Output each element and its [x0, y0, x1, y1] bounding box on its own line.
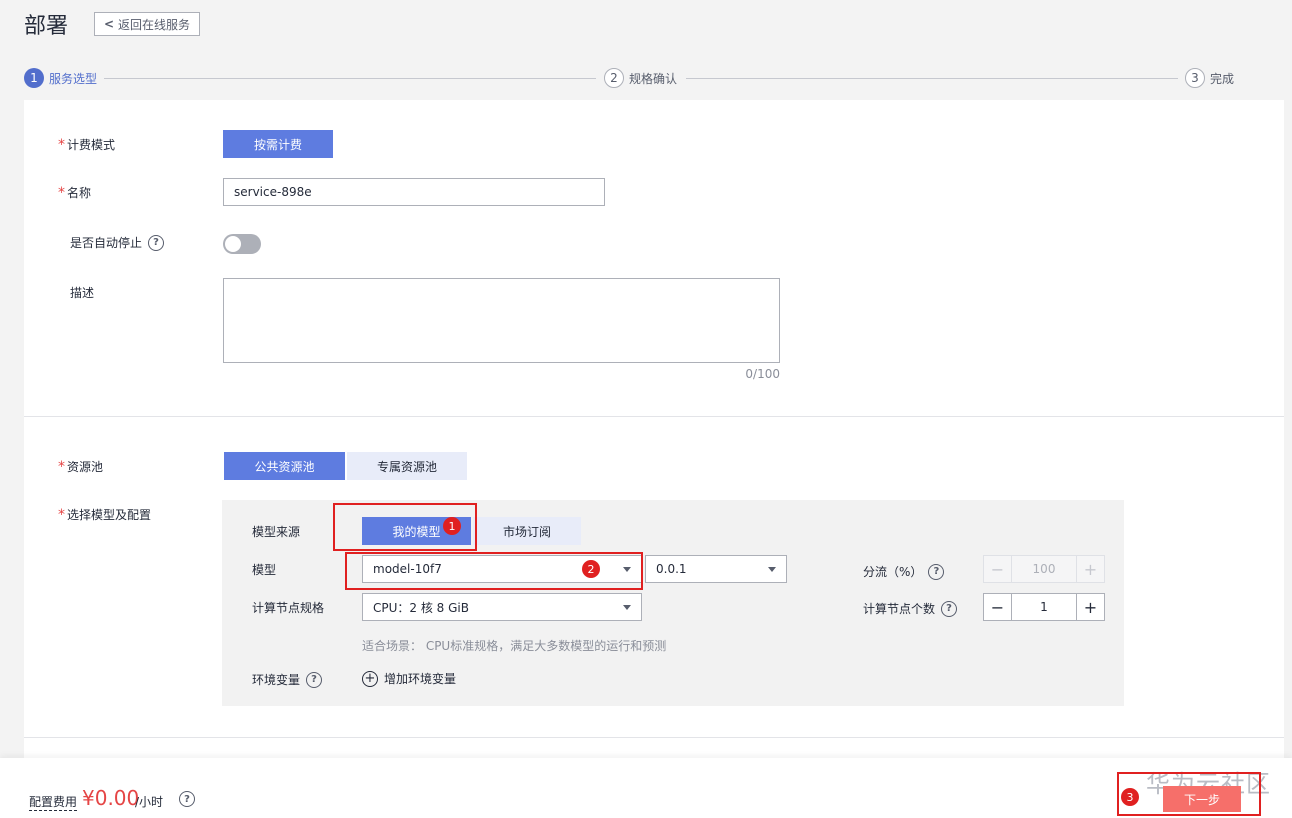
- help-icon[interactable]: ?: [306, 671, 323, 688]
- traffic-label: 分流（%） ?: [863, 563, 945, 580]
- node-count-label: 计算节点个数 ?: [863, 600, 958, 617]
- description-textarea[interactable]: [223, 278, 780, 363]
- decrement-button[interactable]: −: [984, 594, 1011, 620]
- name-label: * 名称: [58, 185, 92, 201]
- step-3-label: 完成: [1210, 71, 1235, 86]
- help-icon[interactable]: ?: [179, 791, 195, 807]
- page-title: 部署: [24, 14, 69, 39]
- help-icon[interactable]: ?: [148, 234, 165, 251]
- caret-down-icon: [623, 604, 631, 610]
- chevron-left-icon: <: [103, 17, 115, 31]
- increment-button: +: [1083, 559, 1098, 579]
- spec-hint: 适合场景： CPU标准规格，满足大多数模型的运行和预测: [362, 639, 667, 653]
- step-2-number: 2: [604, 68, 624, 88]
- dedicated-pool-button[interactable]: 专属资源池: [347, 452, 467, 480]
- billing-on-demand-button[interactable]: 按需计费: [223, 130, 333, 158]
- auto-stop-toggle[interactable]: [223, 234, 261, 254]
- public-pool-button[interactable]: 公共资源池: [224, 452, 345, 480]
- market-subscription-button[interactable]: 市场订阅: [473, 517, 581, 545]
- traffic-stepper: − 100 +: [983, 555, 1105, 583]
- step-3: 3 完成: [1185, 68, 1234, 88]
- name-input[interactable]: service-898e: [223, 178, 605, 206]
- model-source-label: 模型来源: [252, 525, 301, 539]
- config-fee-unit: /小时: [135, 795, 164, 809]
- traffic-value: 100: [1011, 556, 1077, 582]
- step-1-label: 服务选型: [49, 71, 98, 86]
- section-divider: [24, 416, 1284, 417]
- annotation-badge-1: 1: [443, 517, 461, 535]
- caret-down-icon: [768, 566, 776, 572]
- annotation-badge-2: 2: [582, 560, 600, 578]
- step-2-label: 规格确认: [629, 71, 678, 86]
- plus-circle-icon: +: [362, 670, 378, 687]
- step-1-number: 1: [24, 68, 44, 88]
- spec-select-value: CPU：2 核 8 GiB: [373, 600, 469, 615]
- add-env-var-button[interactable]: + 增加环境变量: [362, 670, 456, 687]
- help-icon[interactable]: ?: [928, 563, 945, 580]
- auto-stop-label: 是否自动停止 ?: [70, 234, 165, 251]
- toggle-knob: [225, 236, 241, 252]
- annotation-badge-3: 3: [1121, 788, 1139, 806]
- resource-pool-label: * 资源池: [58, 459, 104, 475]
- node-count-value[interactable]: 1: [1011, 594, 1077, 620]
- step-3-number: 3: [1185, 68, 1205, 88]
- back-button-label: 返回在线服务: [118, 17, 191, 32]
- section-divider: [24, 737, 1284, 738]
- compute-spec-label: 计算节点规格: [252, 601, 325, 615]
- increment-button[interactable]: +: [1077, 594, 1104, 620]
- step-2: 2 规格确认: [604, 68, 677, 88]
- billing-mode-label: * 计费模式: [58, 137, 116, 153]
- description-label: 描述: [70, 286, 95, 300]
- model-label: 模型: [252, 563, 277, 577]
- back-to-online-services-button[interactable]: < 返回在线服务: [94, 12, 200, 36]
- description-char-counter: 0/100: [745, 367, 780, 381]
- step-connector: [686, 78, 1178, 79]
- footer-bar: [0, 758, 1292, 818]
- version-select-value: 0.0.1: [656, 562, 687, 576]
- config-fee-label[interactable]: 配置费用: [29, 793, 78, 811]
- node-count-stepper[interactable]: − 1 +: [983, 593, 1105, 621]
- env-vars-label: 环境变量 ?: [252, 671, 323, 688]
- model-version-select[interactable]: 0.0.1: [645, 555, 787, 583]
- compute-spec-select[interactable]: CPU：2 核 8 GiB: [362, 593, 642, 621]
- step-connector: [104, 78, 596, 79]
- model-config-label: * 选择模型及配置: [58, 507, 152, 523]
- help-icon[interactable]: ?: [941, 600, 958, 617]
- step-1: 1 服务选型: [24, 68, 97, 88]
- config-fee-value: ¥0.00: [82, 786, 140, 810]
- decrement-button: −: [990, 559, 1005, 579]
